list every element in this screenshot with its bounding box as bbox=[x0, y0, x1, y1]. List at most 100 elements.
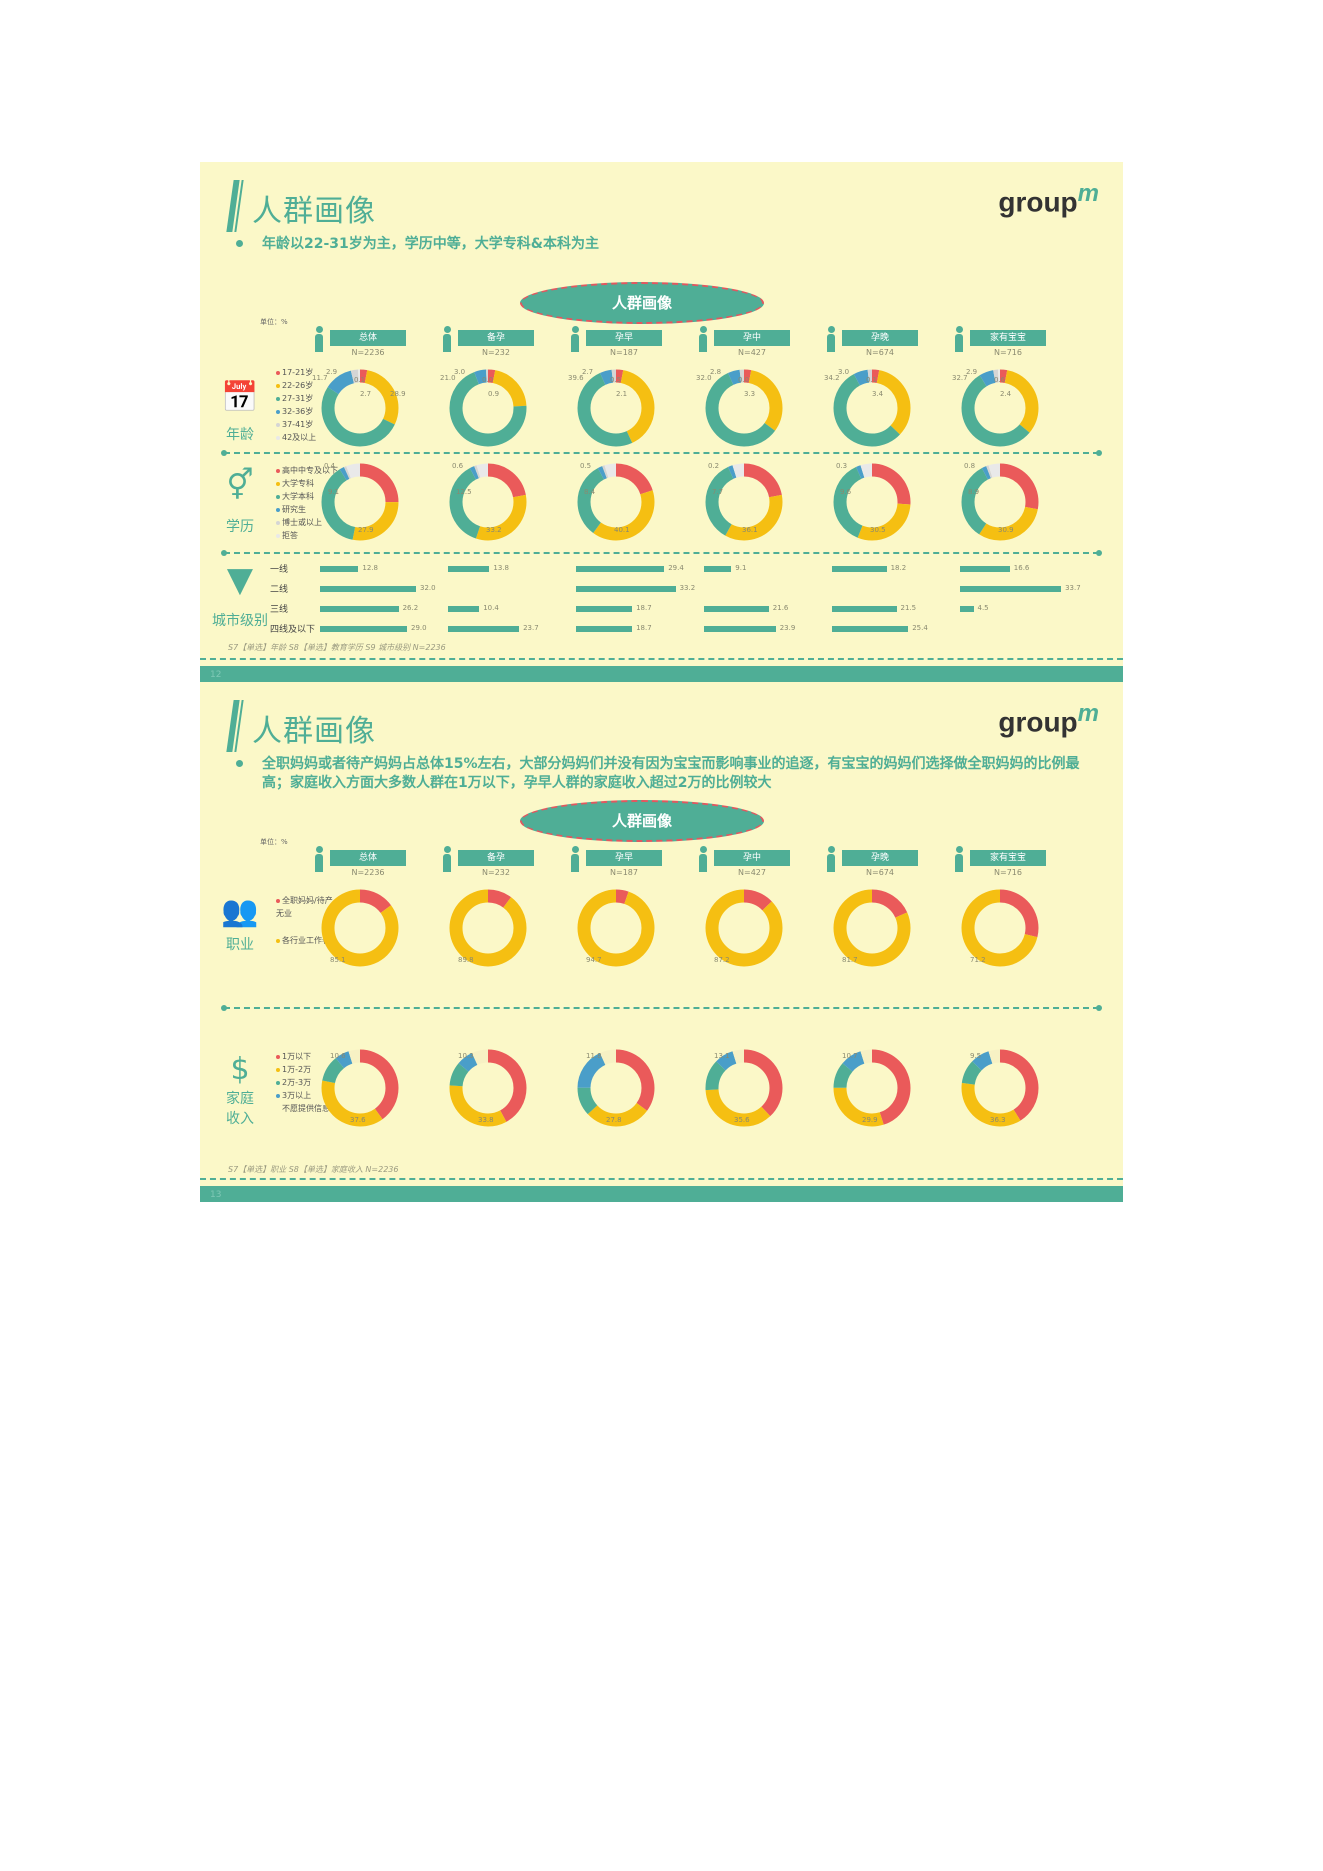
donut-value-label: 71.2 bbox=[970, 956, 986, 964]
legend-item: 17-21岁 bbox=[276, 366, 316, 379]
mother-icon-body bbox=[699, 854, 707, 872]
city-bar bbox=[704, 606, 769, 612]
donut-value-label: 2.9 bbox=[966, 368, 978, 376]
city-bar bbox=[960, 586, 1062, 592]
city-bar bbox=[960, 566, 1010, 572]
city-bar bbox=[320, 566, 359, 572]
mother-icon-head bbox=[700, 326, 707, 333]
slide-age-education-city: 人群画像 groupm 年龄以22-31岁为主，学历中等，大学专科&本科为主 人… bbox=[200, 162, 1123, 682]
donut-value-label: 34.2 bbox=[824, 374, 840, 382]
city-bar bbox=[704, 626, 776, 632]
city-bar-value: 13.8 bbox=[493, 564, 509, 572]
source-note: S7【单选】职业 S8【单选】家庭收入 N=2236 bbox=[228, 1165, 399, 1174]
city-bar bbox=[704, 566, 732, 572]
city-tier-label: 二线 bbox=[270, 585, 289, 595]
slide-title: 人群画像 bbox=[252, 714, 376, 749]
segment-header: 总体 bbox=[330, 850, 406, 866]
city-bar-value: 4.5 bbox=[977, 604, 989, 612]
source-note: S7【单选】年龄 S8【单选】教育学历 S9 城市级别 N=2236 bbox=[228, 643, 446, 652]
city-row-label: 城市级别 bbox=[212, 613, 268, 629]
mother-icon-body bbox=[827, 854, 835, 872]
donut-value-label: 89.8 bbox=[458, 956, 474, 964]
unit-label: 单位：% bbox=[260, 838, 288, 846]
slide-subtitle: 全职妈妈或者待产妈妈占总体15%左右，大部分妈妈们并没有因为宝宝而影响事业的追逐… bbox=[262, 756, 1080, 791]
city-bar-value: 29.0 bbox=[411, 624, 427, 632]
city-bar bbox=[320, 586, 416, 592]
mother-icon bbox=[826, 326, 836, 352]
donut-value-label: 2.1 bbox=[616, 390, 628, 398]
mother-icon-head bbox=[956, 326, 963, 333]
city-tier-label: 四线及以下 bbox=[270, 625, 316, 635]
bullet-icon bbox=[236, 240, 243, 247]
mother-icon-body bbox=[699, 334, 707, 352]
people-icon: 👥 bbox=[221, 894, 259, 929]
donut-value-label: 3.3 bbox=[744, 390, 756, 398]
donut-value-label: 0.8 bbox=[964, 462, 976, 470]
mother-icon-head bbox=[572, 846, 579, 853]
donut-value-label: 8.9 bbox=[968, 488, 980, 496]
donut-value-label: 0.2 bbox=[708, 462, 720, 470]
segment-n: N=232 bbox=[482, 348, 510, 357]
segment-header: 孕晚 bbox=[842, 330, 918, 346]
segment-n: N=2236 bbox=[351, 348, 385, 357]
donut-value-label: 30.5 bbox=[870, 526, 886, 534]
donut-value-label: 13.1 bbox=[714, 1052, 730, 1060]
city-bar-value: 33.7 bbox=[1065, 584, 1081, 592]
city-bar bbox=[448, 606, 480, 612]
slide-subtitle: 年龄以22-31岁为主，学历中等，大学专科&本科为主 bbox=[262, 236, 599, 252]
donut-value-label: 2.4 bbox=[1000, 390, 1012, 398]
donut-value-label: 21.0 bbox=[440, 374, 456, 382]
unit-label: 单位：% bbox=[260, 318, 288, 326]
donut-value-label: 0.5 bbox=[580, 462, 592, 470]
slide-title: 人群画像 bbox=[252, 194, 376, 229]
donut-value-label: 0.1 bbox=[866, 376, 878, 384]
donut-value-label: 2.8 bbox=[710, 368, 722, 376]
city-tier-label: 三线 bbox=[270, 605, 289, 615]
city-tier-label: 一线 bbox=[270, 565, 289, 575]
donut-value-label: 94.7 bbox=[586, 956, 602, 964]
mother-icon-head bbox=[700, 846, 707, 853]
city-bar bbox=[320, 606, 399, 612]
mother-icon-head bbox=[316, 326, 323, 333]
age-row-label: 年龄 bbox=[226, 427, 254, 443]
row-divider bbox=[221, 550, 1102, 556]
groupm-logo: groupm bbox=[998, 180, 1099, 218]
legend-item: 37-41岁 bbox=[276, 418, 316, 431]
city-bar-value: 32.0 bbox=[420, 584, 436, 592]
donut-value-label: 8.4 bbox=[584, 488, 596, 496]
donut-value-label: 0.3 bbox=[836, 462, 848, 470]
segment-n: N=187 bbox=[610, 348, 638, 357]
mother-icon-head bbox=[444, 846, 451, 853]
location-pin-icon: ▼ bbox=[226, 560, 254, 600]
city-bar bbox=[832, 626, 909, 632]
mother-icon bbox=[314, 326, 324, 352]
city-bar-value: 29.4 bbox=[668, 564, 684, 572]
calendar-icon: 📅 bbox=[221, 380, 259, 415]
donut-value-label: 11.7 bbox=[312, 374, 328, 382]
donut-value-label: 27.8 bbox=[606, 1116, 622, 1124]
city-bar bbox=[576, 606, 633, 612]
footer-wave bbox=[200, 1178, 1123, 1186]
groupm-logo: groupm bbox=[998, 700, 1099, 738]
row-divider bbox=[221, 450, 1102, 456]
donut-value-label: 10.7 bbox=[842, 1052, 858, 1060]
donut-value-label: 0.0 bbox=[738, 376, 750, 384]
donut-value-label: 9.6 bbox=[840, 488, 852, 496]
mother-icon-head bbox=[828, 326, 835, 333]
segment-n: N=187 bbox=[610, 868, 638, 877]
segment-header: 家有宝宝 bbox=[970, 850, 1046, 866]
segment-header: 总体 bbox=[330, 330, 406, 346]
segment-n: N=427 bbox=[738, 868, 766, 877]
city-bar bbox=[576, 626, 633, 632]
segment-n: N=427 bbox=[738, 348, 766, 357]
segment-n: N=716 bbox=[994, 868, 1022, 877]
segment-header: 家有宝宝 bbox=[970, 330, 1046, 346]
mother-icon-body bbox=[315, 334, 323, 352]
mother-icon bbox=[826, 846, 836, 872]
segment-header: 孕早 bbox=[586, 330, 662, 346]
legend-item: 32-36岁 bbox=[276, 405, 316, 418]
job-row-label: 职业 bbox=[226, 937, 254, 953]
donut-value-label: 28.9 bbox=[390, 390, 406, 398]
mother-icon-body bbox=[955, 854, 963, 872]
donut-value-label: 0.6 bbox=[452, 462, 464, 470]
